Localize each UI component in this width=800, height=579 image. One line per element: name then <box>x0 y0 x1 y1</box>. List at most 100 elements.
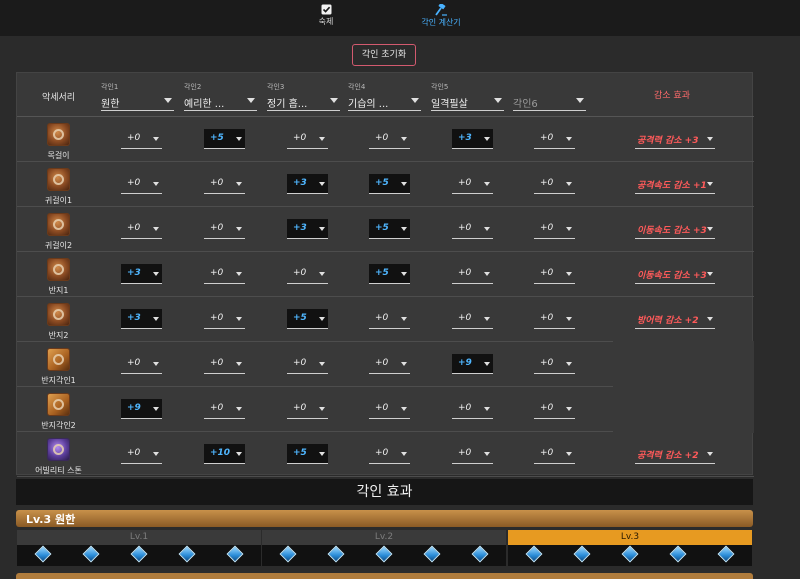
chevron-down-icon <box>401 182 407 186</box>
engraving-value-select[interactable]: +3 <box>121 309 162 329</box>
engraving-value-select[interactable]: +0 <box>369 354 410 374</box>
engraving-value: +3 <box>293 178 307 188</box>
engraving-value-select[interactable]: +0 <box>204 219 245 239</box>
chevron-down-icon <box>484 272 490 276</box>
chevron-down-icon <box>401 137 407 141</box>
engraving-value-select[interactable]: +3 <box>121 264 162 284</box>
engraving-select-1[interactable]: 각인1 원한 <box>101 81 174 111</box>
reduction-effect-select[interactable]: 방어력 감소 +2 <box>635 309 715 329</box>
engraving-value-select[interactable]: +0 <box>534 264 575 284</box>
engraving-select-value: 예리한 ... <box>184 99 225 110</box>
level-tab[interactable]: Lv.3 <box>508 530 752 545</box>
reset-engravings-button[interactable]: 각인 초기화 <box>352 44 416 66</box>
engraving-value-select[interactable]: +0 <box>204 264 245 284</box>
chevron-down-icon <box>401 227 407 231</box>
engraving-value-select[interactable]: +0 <box>121 129 162 149</box>
engraving-value-select[interactable]: +0 <box>204 399 245 419</box>
table-row: 귀걸이1 +0 +0 +3 +5 +0 +0 공격속도 감소 +1 <box>17 162 754 207</box>
chevron-down-icon <box>319 227 325 231</box>
engraving-value-select[interactable]: +0 <box>534 219 575 239</box>
engraving-value-select[interactable]: +0 <box>287 264 328 284</box>
chevron-down-icon <box>566 137 572 141</box>
chevron-down-icon <box>484 452 490 456</box>
engraving-value-select[interactable]: +0 <box>121 444 162 464</box>
engraving-value-select[interactable]: +0 <box>534 354 575 374</box>
engraving-value-select[interactable]: +0 <box>534 444 575 464</box>
gem-icon <box>226 545 244 563</box>
engraving-value-select[interactable]: +0 <box>121 219 162 239</box>
reduction-effect-select[interactable]: 공격력 감소 +3 <box>635 129 715 149</box>
nav-homework-label: 숙제 <box>318 17 334 26</box>
engraving-value-select[interactable]: +5 <box>204 129 245 149</box>
engraving-level-header[interactable]: Lv.3 원한 <box>16 510 753 527</box>
engraving-value-select[interactable]: +0 <box>369 309 410 329</box>
engraving-value-select[interactable]: +0 <box>204 354 245 374</box>
engraving-value-select[interactable]: +9 <box>452 354 493 374</box>
engraving-value-select[interactable]: +0 <box>452 219 493 239</box>
engraving-value: +0 <box>127 133 141 143</box>
ring-icon <box>47 303 70 326</box>
engraving-value: +0 <box>127 178 141 188</box>
engraving-select-2[interactable]: 각인2 예리한 ... <box>184 81 257 111</box>
engraving-value-select[interactable]: +9 <box>121 399 162 419</box>
accessory-table: 악세서리 각인1 원한 각인2 예리한 ... 각인3 정기 흡... 각인4 … <box>16 72 754 477</box>
engraving-value-select[interactable]: +0 <box>121 354 162 374</box>
engraving-value-select[interactable]: +0 <box>121 174 162 194</box>
nav-homework[interactable]: 숙제 <box>311 4 341 27</box>
engraving-value-select[interactable]: +0 <box>287 399 328 419</box>
engraving-value-select[interactable]: +3 <box>287 219 328 239</box>
engraving-select-6[interactable]: 각인6 <box>513 81 586 111</box>
reduction-effect-select[interactable]: 공격속도 감소 +1 <box>635 174 715 194</box>
chevron-down-icon <box>576 98 584 103</box>
engraving-value: +5 <box>375 178 389 188</box>
engraving-value-select[interactable]: +0 <box>204 174 245 194</box>
engraving-select-3[interactable]: 각인3 정기 흡... <box>267 81 340 111</box>
engraving-value-select[interactable]: +5 <box>287 444 328 464</box>
level-tab[interactable]: Lv.1 <box>17 530 261 545</box>
engraving-select-4[interactable]: 각인4 기습의 ... <box>348 81 421 111</box>
engraving-select-5[interactable]: 각인5 일격필살 <box>431 81 504 111</box>
chevron-down-icon <box>153 317 159 321</box>
engraving-value-select[interactable]: +0 <box>287 129 328 149</box>
engraving-value-select[interactable]: +5 <box>287 309 328 329</box>
gem-icon <box>279 545 297 563</box>
reduction-effect-select[interactable]: 이동속도 감소 +3 <box>635 264 715 284</box>
chevron-down-icon <box>707 227 713 231</box>
engraving-value-select[interactable]: +0 <box>534 309 575 329</box>
engraving-value-select[interactable]: +0 <box>534 129 575 149</box>
chevron-down-icon <box>153 227 159 231</box>
chevron-down-icon <box>707 452 713 456</box>
icon-glyph <box>53 309 64 320</box>
engraving-value-select[interactable]: +10 <box>204 444 245 464</box>
nav-engraving-calculator[interactable]: 각인 계산기 <box>412 4 470 28</box>
engraving-value-select[interactable]: +0 <box>287 354 328 374</box>
engraving-value-select[interactable]: +0 <box>452 309 493 329</box>
engraving-value-select[interactable]: +5 <box>369 174 410 194</box>
engraving-value-select[interactable]: +0 <box>534 174 575 194</box>
engraving-value-select[interactable]: +5 <box>369 219 410 239</box>
engraving-value-select[interactable]: +0 <box>369 444 410 464</box>
engraving-value-select[interactable]: +0 <box>452 444 493 464</box>
chevron-down-icon <box>236 317 242 321</box>
engraving-value-select[interactable]: +3 <box>287 174 328 194</box>
ability-stone-icon <box>47 438 70 461</box>
engraving-value-select[interactable]: +0 <box>452 264 493 284</box>
engraving-value-select[interactable]: +0 <box>534 399 575 419</box>
engraving-value-select[interactable]: +5 <box>369 264 410 284</box>
chevron-down-icon <box>330 98 338 103</box>
next-engraving-header[interactable] <box>16 573 753 579</box>
gem-icon <box>573 545 591 563</box>
engraving-value-select[interactable]: +0 <box>452 399 493 419</box>
engraving-value: +5 <box>375 268 389 278</box>
engraving-value-select[interactable]: +0 <box>369 399 410 419</box>
reduction-effect-select[interactable]: 공격력 감소 +2 <box>635 444 715 464</box>
engraving-value-select[interactable]: +3 <box>452 129 493 149</box>
gem-icon <box>34 545 52 563</box>
engraving-value-select[interactable]: +0 <box>452 174 493 194</box>
reduction-effect-select[interactable]: 이동속도 감소 +3 <box>635 219 715 239</box>
engraving-value: +0 <box>540 178 554 188</box>
level-tab[interactable]: Lv.2 <box>262 530 506 545</box>
reduction-effect-value: 이동속도 감소 +3 <box>637 271 707 281</box>
engraving-value-select[interactable]: +0 <box>204 309 245 329</box>
engraving-value-select[interactable]: +0 <box>369 129 410 149</box>
